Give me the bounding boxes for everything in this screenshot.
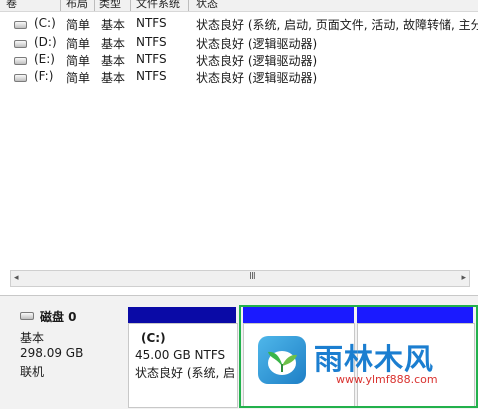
volume-filesystem: NTFS xyxy=(136,35,167,49)
scroll-left-arrow-icon[interactable]: ◂ xyxy=(14,273,19,283)
column-header-status[interactable]: 状态 xyxy=(196,0,218,11)
volume-type: 基本 xyxy=(101,54,126,68)
volume-layout: 简单 xyxy=(66,18,91,32)
volume-name: (C:) xyxy=(34,16,56,30)
volume-name: (E:) xyxy=(34,52,55,66)
column-divider[interactable] xyxy=(60,0,61,11)
partition-size-fs: 45.00 GB NTFS xyxy=(135,348,226,362)
disk-state: 联机 xyxy=(20,365,45,379)
scroll-right-arrow-icon[interactable]: ▸ xyxy=(461,273,466,283)
volume-row[interactable]: (D:) 简单 基本 NTFS 状态良好 (逻辑驱动器) xyxy=(0,34,478,51)
column-divider[interactable] xyxy=(130,0,131,11)
volume-filesystem: NTFS xyxy=(136,52,167,66)
volume-row[interactable]: (C:) 简单 基本 NTFS 状态良好 (系统, 启动, 页面文件, 活动, … xyxy=(0,15,478,32)
disk-info-panel[interactable]: 磁盘 0 基本 298.09 GB 联机 xyxy=(0,296,126,408)
volume-row[interactable]: (F:) 简单 基本 NTFS 状态良好 (逻辑驱动器) xyxy=(0,68,478,85)
drive-icon xyxy=(14,21,27,29)
partition-c[interactable]: (C:) 45.00 GB NTFS 状态良好 (系统, 启 xyxy=(128,323,238,408)
volume-name: (D:) xyxy=(34,35,57,49)
scroll-thumb-grip[interactable]: III xyxy=(249,271,256,282)
drive-icon xyxy=(14,57,27,65)
volume-status: 状态良好 (系统, 启动, 页面文件, 活动, 故障转储, 主分 xyxy=(196,18,478,32)
drive-icon xyxy=(14,74,27,82)
volume-status: 状态良好 (逻辑驱动器) xyxy=(196,54,318,68)
volume-status: 状态良好 (逻辑驱动器) xyxy=(196,37,318,51)
column-header-volume[interactable]: 卷 xyxy=(6,0,17,11)
column-header-filesystem[interactable]: 文件系统 xyxy=(136,0,180,11)
volume-layout: 简单 xyxy=(66,54,91,68)
partition-bar-c xyxy=(128,307,236,323)
disk-type: 基本 xyxy=(20,331,45,345)
volume-layout: 简单 xyxy=(66,37,91,51)
column-header-type[interactable]: 类型 xyxy=(99,0,121,11)
volume-type: 基本 xyxy=(101,37,126,51)
volume-filesystem: NTFS xyxy=(136,69,167,83)
column-header-layout[interactable]: 布局 xyxy=(66,0,88,11)
watermark-brand: 雨林木风 xyxy=(314,342,435,376)
disk-size: 298.09 GB xyxy=(20,346,84,360)
volume-list-header: 卷 布局 类型 文件系统 状态 xyxy=(0,0,478,12)
disk-icon xyxy=(20,312,34,320)
volume-filesystem: NTFS xyxy=(136,16,167,30)
horizontal-scrollbar[interactable]: ◂ III ▸ xyxy=(10,270,470,287)
volume-row[interactable]: (E:) 简单 基本 NTFS 状态良好 (逻辑驱动器) xyxy=(0,51,478,68)
volume-status: 状态良好 (逻辑驱动器) xyxy=(196,71,318,85)
partition-status: 状态良好 (系统, 启 xyxy=(135,366,236,380)
volume-layout: 简单 xyxy=(66,71,91,85)
watermark-url: www.ylmf888.com xyxy=(336,373,438,386)
drive-icon xyxy=(14,40,27,48)
volume-type: 基本 xyxy=(101,18,126,32)
column-divider[interactable] xyxy=(94,0,95,11)
partition-name: (C:) xyxy=(141,331,166,345)
volume-type: 基本 xyxy=(101,71,126,85)
leaf-logo-icon xyxy=(258,336,306,384)
disk-title: 磁盘 0 xyxy=(40,310,77,324)
column-divider[interactable] xyxy=(188,0,189,11)
volume-name: (F:) xyxy=(34,69,54,83)
